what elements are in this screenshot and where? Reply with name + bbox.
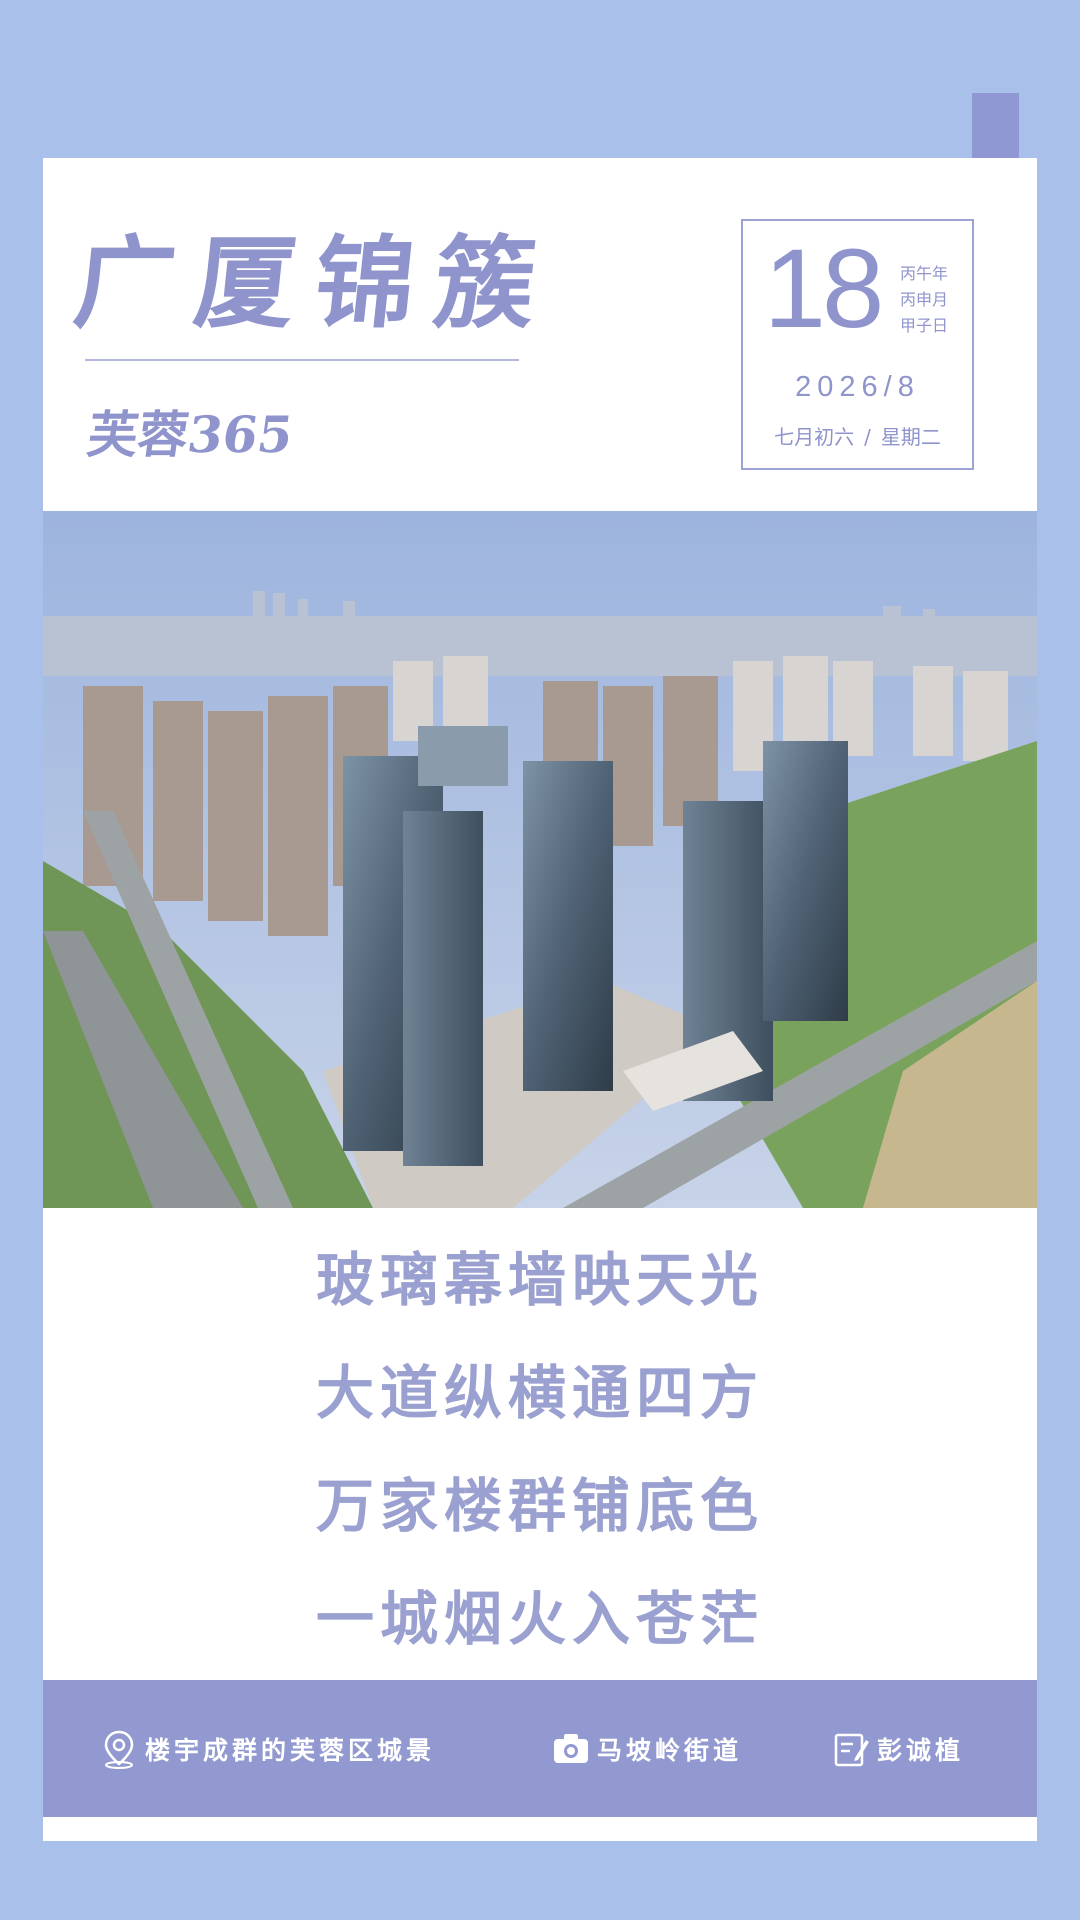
footer-author: 彭诚植 [831, 1724, 964, 1774]
footer-location: 楼宇成群的芙蓉区城景 [99, 1724, 435, 1774]
camera-icon [554, 1734, 588, 1763]
poem-line-1: 玻璃幕墙映天光 [315, 1246, 764, 1314]
poem-line-4: 一城烟火入苍茫 [315, 1585, 764, 1653]
footer-author-text: 彭诚植 [877, 1736, 965, 1765]
date-box: 18 丙午年 丙申月 甲子日 2026/8 七月初六 / 星期二 [741, 219, 974, 470]
ganzhi-month: 丙申月 [900, 290, 949, 309]
footer-place-text: 马坡岭街道 [597, 1736, 743, 1765]
lunar-weekday: 七月初六 / 星期二 [743, 421, 972, 450]
ganzhi-list: 丙午年 丙申月 甲子日 [900, 261, 964, 339]
aerial-city-photo [43, 511, 1037, 1208]
date-separator: / [864, 425, 871, 449]
page-subtitle: 芙蓉365 [83, 405, 297, 464]
ganzhi-year: 丙午年 [900, 264, 949, 283]
edit-icon [834, 1733, 869, 1767]
day-number: 18 [763, 226, 885, 351]
poem-line-3: 万家楼群铺底色 [315, 1472, 764, 1540]
lunar-date: 七月初六 [774, 425, 855, 449]
poem-line-2: 大道纵横通四方 [315, 1359, 764, 1427]
page-title: 广厦锦簇 [68, 224, 562, 342]
footer-bar: 楼宇成群的芙蓉区城景 马坡岭街道 彭诚植 [43, 1680, 1037, 1817]
footer-place: 马坡岭街道 [551, 1724, 742, 1774]
ganzhi-day: 甲子日 [900, 316, 949, 335]
year-month: 2026/8 [795, 371, 920, 403]
footer-location-text: 楼宇成群的芙蓉区城景 [145, 1736, 436, 1765]
title-divider [85, 359, 519, 361]
weekday: 星期二 [880, 425, 941, 449]
location-pin-icon [104, 1730, 134, 1769]
